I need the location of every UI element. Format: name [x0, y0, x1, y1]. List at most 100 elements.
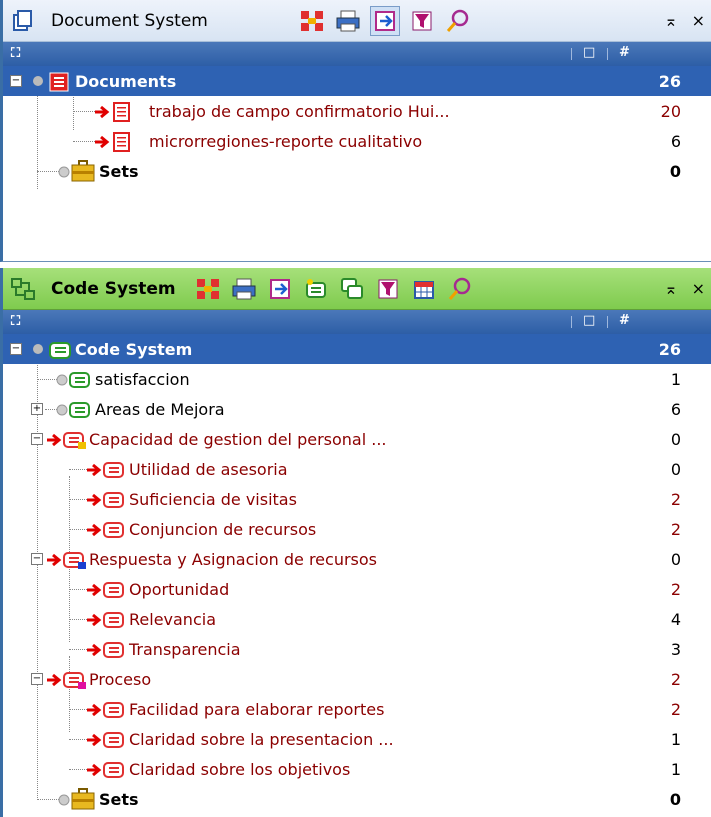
code-icon [103, 760, 125, 784]
export-icon[interactable] [266, 275, 294, 303]
tree-row-code[interactable]: satisfaccion 1 [3, 364, 711, 394]
tree-row-code[interactable]: Claridad sobre la presentacion ... 1 [3, 724, 711, 754]
collapse-all-icon[interactable] [298, 7, 326, 35]
filter-icon[interactable] [374, 275, 402, 303]
tree-toggle-icon[interactable]: ⛶ [11, 314, 20, 329]
collapse-all-icon[interactable] [194, 275, 222, 303]
arrow-icon [87, 732, 103, 751]
close-button[interactable]: × [692, 279, 705, 298]
tree-row-code[interactable]: Facilidad para elaborar reportes 2 [3, 694, 711, 724]
export-icon[interactable] [369, 5, 400, 36]
tree-row-code[interactable]: Relevancia 4 [3, 604, 711, 634]
tree-label: trabajo de campo confirmatorio Hui... [149, 101, 450, 121]
document-icon [113, 102, 131, 126]
arrow-icon [87, 762, 103, 781]
arrow-icon [87, 582, 103, 601]
tree-label: Capacidad de gestion del personal ... [89, 429, 387, 449]
arrow-icon [87, 612, 103, 631]
document-column-header: ⛶ □ # [3, 42, 711, 66]
tree-label: Conjuncion de recursos [129, 519, 317, 539]
column-memo-header[interactable]: □ [583, 313, 595, 328]
code-icon [103, 520, 125, 544]
search-icon[interactable] [444, 7, 472, 35]
tree-row-code-system[interactable]: − Code System 26 [3, 334, 711, 364]
node-dot-icon [57, 164, 71, 183]
tree-row-code[interactable]: Oportunidad 2 [3, 574, 711, 604]
tree-row-code[interactable]: − Capacidad de gestion del personal ... … [3, 424, 711, 454]
search-icon[interactable] [446, 275, 474, 303]
filter-icon[interactable] [408, 7, 436, 35]
tree-label: Documents [75, 71, 177, 91]
tree-count: 1 [670, 759, 681, 779]
tree-label: Relevancia [129, 609, 216, 629]
tree-count: 6 [670, 399, 681, 419]
tree-count: 1 [670, 729, 681, 749]
tree-count: 0 [670, 549, 681, 569]
document-icon [113, 132, 131, 156]
node-dot-icon [57, 792, 71, 811]
tree-row-document[interactable]: trabajo de campo confirmatorio Hui... 20 [3, 96, 711, 126]
briefcase-icon [71, 160, 95, 186]
tree-row-sets[interactable]: Sets 0 [3, 784, 711, 814]
expand-toggle[interactable]: + [31, 403, 43, 415]
code-icon [69, 370, 91, 394]
code-icon [103, 580, 125, 604]
tree-count: 2 [670, 669, 681, 689]
document-system-icon [3, 0, 43, 42]
tree-label: Suficiencia de visitas [129, 489, 297, 509]
print-icon[interactable] [334, 7, 362, 35]
tree-count: 0 [669, 789, 681, 809]
collapse-toggle[interactable]: − [10, 343, 22, 355]
tree-row-code[interactable]: + Areas de Mejora 6 [3, 394, 711, 424]
tree-row-code[interactable]: − Respuesta y Asignacion de recursos 0 [3, 544, 711, 574]
tree-row-code[interactable]: Suficiencia de visitas 2 [3, 484, 711, 514]
tree-row-code[interactable]: Claridad sobre los objetivos 1 [3, 754, 711, 784]
tree-count: 2 [670, 579, 681, 599]
code-icon [103, 640, 125, 664]
code-icon [103, 460, 125, 484]
collapse-toggle[interactable]: − [31, 553, 43, 565]
print-icon[interactable] [230, 275, 258, 303]
code-system-titlebar: Code System ⌅ × [3, 268, 711, 310]
tree-toggle-icon[interactable]: ⛶ [11, 46, 20, 61]
tree-row-code[interactable]: − Proceso 2 [3, 664, 711, 694]
tree-label: Utilidad de asesoria [129, 459, 288, 479]
tree-label: Sets [99, 789, 139, 809]
node-dot-icon [29, 340, 47, 362]
code-matrix-icon[interactable] [410, 275, 438, 303]
code-system-icon [3, 268, 43, 310]
new-code-icon[interactable] [302, 275, 330, 303]
code-sets-icon[interactable] [338, 275, 366, 303]
arrow-icon [47, 672, 63, 691]
pin-button[interactable]: ⌅ [664, 11, 677, 30]
code-icon [103, 610, 125, 634]
node-dot-icon [55, 372, 69, 391]
pin-button[interactable]: ⌅ [664, 279, 677, 298]
collapse-toggle[interactable]: − [31, 673, 43, 685]
tree-row-documents[interactable]: − Documents 26 [3, 66, 711, 96]
column-memo-header[interactable]: □ [583, 45, 595, 60]
tree-label: satisfaccion [95, 369, 190, 389]
collapse-toggle[interactable]: − [31, 433, 43, 445]
tree-row-sets[interactable]: Sets 0 [3, 156, 711, 186]
briefcase-icon [71, 788, 95, 814]
tree-count: 6 [670, 131, 681, 151]
arrow-icon [87, 522, 103, 541]
arrow-icon [87, 642, 103, 661]
tree-label: Proceso [89, 669, 152, 689]
tree-count: 1 [670, 369, 681, 389]
arrow-icon [95, 134, 111, 153]
tree-row-code[interactable]: Conjuncion de recursos 2 [3, 514, 711, 544]
tree-count: 2 [670, 519, 681, 539]
collapse-toggle[interactable]: − [10, 75, 22, 87]
arrow-icon [47, 432, 63, 451]
column-count-header[interactable]: # [619, 45, 630, 60]
tree-row-document[interactable]: microrregiones-reporte cualitativo 6 [3, 126, 711, 156]
code-icon [69, 400, 91, 424]
column-count-header[interactable]: # [619, 313, 630, 328]
code-system-panel: Code System ⌅ × ⛶ □ # − Code System 26 s… [0, 268, 711, 817]
close-button[interactable]: × [692, 11, 705, 30]
tree-row-code[interactable]: Transparencia 3 [3, 634, 711, 664]
tree-label: Respuesta y Asignacion de recursos [89, 549, 377, 569]
tree-row-code[interactable]: Utilidad de asesoria 0 [3, 454, 711, 484]
